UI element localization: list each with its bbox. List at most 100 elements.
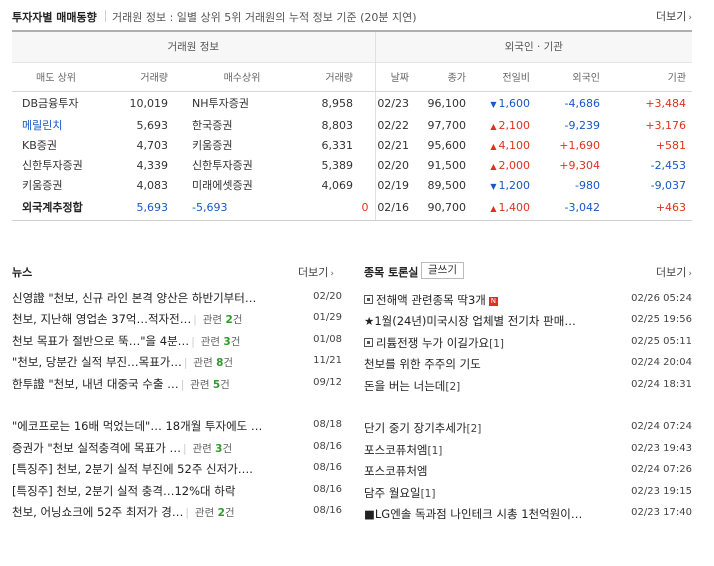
headline-text: 천보, 지난해 영업손 37억…적자전…	[12, 312, 192, 327]
volume: 4,069	[321, 178, 354, 192]
board-title: 종목 토론실	[364, 266, 419, 279]
headline-text: [특징주] 천보, 2분기 실적 충격…12%대 하락	[12, 483, 236, 498]
post-title[interactable]: 전해액 관련종목 딱3개 N	[364, 292, 498, 308]
related-suffix: 건	[230, 335, 241, 348]
related-count[interactable]: 관련 5건	[181, 379, 230, 391]
trade-section-title: 투자자별 매매동향	[12, 11, 97, 24]
notice-box-icon	[364, 295, 373, 304]
news-item[interactable]: 증권가 "천보 실적충격에 목표가 …관련 3건 08/16	[12, 438, 342, 459]
more-label: 더보기	[656, 10, 687, 23]
board-item[interactable]: 포스코퓨처엠 02/24 07:26	[364, 461, 692, 482]
related-count[interactable]: 관련 8건	[184, 357, 233, 369]
post-title-text: 포스코퓨처엠	[364, 442, 428, 457]
news-headline[interactable]: 천보, 지난해 영업손 37억…적자전…관련 2건	[12, 311, 242, 327]
broker-name: 신한투자증권	[192, 159, 253, 172]
arrow-up-icon: ▲	[490, 141, 497, 151]
board-item[interactable]: 돈을 버는 너는데[2] 02/24 18:31	[364, 376, 692, 397]
news-date: 02/20	[313, 291, 342, 302]
news-headline[interactable]: 한투證 "천보, 내년 대중국 수출 …관련 5건	[12, 376, 230, 392]
change-value: 1,200	[498, 178, 531, 192]
related-count[interactable]: 관련 3건	[183, 443, 232, 455]
board-item[interactable]: 포스코퓨처엠[1] 02/23 19:43	[364, 440, 692, 461]
volume: 4,339	[136, 158, 169, 172]
post-title[interactable]: 포스코퓨처엠[1]	[364, 442, 442, 458]
board-item[interactable]: 리튬전쟁 누가 이길가요[1] 02/25 05:11	[364, 333, 692, 354]
post-date: 02/24 18:31	[631, 378, 692, 390]
broker-name: 키움증권	[22, 179, 63, 192]
news-item[interactable]: "천보, 당분간 실적 부진…목표가…관련 8건 11/21	[12, 352, 342, 373]
post-title[interactable]: 리튬전쟁 누가 이길가요[1]	[364, 335, 504, 351]
related-number: 3	[223, 335, 231, 348]
institution-net: -9,037	[650, 178, 687, 192]
notice-box-icon	[364, 337, 373, 347]
news-headline[interactable]: 신영證 "천보, 신규 라인 본격 양산은 하반기부터…	[12, 290, 256, 306]
cell	[168, 195, 192, 221]
chevron-right-icon: ›	[688, 269, 692, 279]
cell	[292, 195, 353, 221]
post-title[interactable]: 돈을 버는 너는데[2]	[364, 378, 460, 394]
board-item[interactable]: 담주 월요일[1] 02/23 19:15	[364, 483, 692, 504]
post-title[interactable]: 천보를 위한 주주의 기도	[364, 356, 481, 372]
write-post-button[interactable]: 글쓰기	[421, 262, 464, 279]
change-cell: ▲ 2,100	[466, 115, 530, 135]
news-headline[interactable]: 천보 목표가 절반으로 뚝…"을 4분…관련 3건	[12, 333, 240, 349]
cell	[353, 175, 375, 195]
trade-table: 거래원 정보 외국인 · 기관 매도 상위 거래량 매수상위 거래량 날짜 종가…	[12, 30, 693, 221]
col-close: 종가	[409, 61, 467, 92]
news-item[interactable]: 천보 목표가 절반으로 뚝…"을 4분…관련 3건 01/08	[12, 331, 342, 352]
table-row: DB금융투자 10,019 NH투자증권 8,958 02/23 96,100 ▼ 1,600…	[12, 91, 692, 115]
news-date: 08/16	[313, 504, 342, 516]
post-date: 02/24 07:24	[631, 421, 692, 433]
foreign-net: -3,042	[530, 195, 601, 221]
post-title-text: 전해액 관련종목 딱3개	[376, 293, 486, 307]
news-headline[interactable]: "에코프로는 16배 먹었는데"… 18개월 투자에도 …	[12, 418, 262, 434]
post-title[interactable]: ★1월(24년)미국시장 업체별 전기차 판매…	[364, 313, 576, 329]
board-item[interactable]: 천보를 위한 주주의 기도 02/24 20:04	[364, 354, 692, 375]
news-headline[interactable]: 천보, 어닝쇼크에 52주 최저가 경…관련 2건	[12, 504, 235, 520]
trade-more-link[interactable]: 더보기 ›	[656, 8, 692, 24]
board-header: 종목 토론실 글쓰기 더보기 ›	[364, 262, 692, 280]
related-count[interactable]: 관련 3건	[191, 336, 240, 348]
news-headline[interactable]: "천보, 당분간 실적 부진…목표가…관련 8건	[12, 354, 233, 370]
board-more-link[interactable]: 더보기 ›	[656, 264, 692, 280]
news-headline[interactable]: 증권가 "천보 실적충격에 목표가 …관련 3건	[12, 440, 232, 456]
foreign-net: -980	[575, 178, 601, 192]
news-item[interactable]: [특징주] 천보, 2분기 실적 충격…12%대 하락 08/16	[12, 481, 342, 502]
institution-net: +3,176	[645, 118, 687, 132]
news-item[interactable]: 신영證 "천보, 신규 라인 본격 양산은 하반기부터… 02/20	[12, 288, 342, 309]
close-price: 91,500	[427, 158, 467, 172]
board-item[interactable]: ★1월(24년)미국시장 업체별 전기차 판매… 02/25 19:56	[364, 311, 692, 332]
broker-name[interactable]: 메릴린치	[12, 115, 100, 135]
volume: 5,389	[321, 158, 354, 172]
post-title-text: LG엔솔 독과점 나인테크 시총 1천억원이…	[374, 506, 583, 521]
comment-count: [1]	[489, 337, 504, 350]
post-title-text: 포스코퓨처엠	[364, 464, 428, 479]
volume: 4,703	[136, 138, 169, 152]
news-headline[interactable]: [특징주] 천보, 2분기 실적 충격…12%대 하락	[12, 483, 235, 499]
news-headline[interactable]: [특징주] 천보, 2분기 실적 부진에 52주 신저가….	[12, 461, 253, 477]
related-count[interactable]: 관련 2건	[185, 507, 234, 519]
news-item[interactable]: [특징주] 천보, 2분기 실적 부진에 52주 신저가…. 08/16	[12, 459, 342, 480]
post-title[interactable]: ■LG엔솔 독과점 나인테크 시총 1천억원이…	[364, 506, 582, 522]
board-item[interactable]: ■LG엔솔 독과점 나인테크 시총 1천억원이… 02/23 17:40	[364, 504, 692, 525]
news-item[interactable]: 천보, 어닝쇼크에 52주 최저가 경…관련 2건 08/16	[12, 502, 342, 523]
institution-net: +581	[655, 138, 687, 152]
close-price: 90,700	[409, 195, 467, 221]
news-item[interactable]: "에코프로는 16배 먹었는데"… 18개월 투자에도 … 08/18	[12, 416, 342, 437]
board-item[interactable]: 단기 중기 장기추세가[2] 02/24 07:24	[364, 418, 692, 439]
news-item[interactable]: 천보, 지난해 영업손 37억…적자전…관련 2건01/29	[12, 309, 342, 330]
post-title[interactable]: 포스코퓨처엠	[364, 463, 427, 479]
news-item[interactable]: 한투證 "천보, 내년 대중국 수출 …관련 5건 09/12	[12, 374, 342, 395]
col-buy-top: 매수상위	[192, 61, 292, 92]
news-date: 01/08	[313, 333, 342, 345]
related-count[interactable]: 관련 2건	[193, 314, 242, 326]
news-more-link[interactable]: 더보기 ›	[298, 264, 334, 280]
headline-text: 천보, 어닝쇼크에 52주 최저가 경…	[12, 504, 184, 519]
news-date: 11/21	[313, 355, 342, 367]
foreign-net: +1,690	[559, 138, 601, 152]
post-title[interactable]: 단기 중기 장기추세가[2]	[364, 420, 481, 436]
arrow-down-icon: ▼	[490, 99, 497, 109]
board-item[interactable]: 전해액 관련종목 딱3개 N 02/26 05:24	[364, 290, 692, 311]
post-title[interactable]: 담주 월요일[1]	[364, 485, 435, 501]
post-title-text: 돈을 버는 너는데	[364, 378, 446, 393]
